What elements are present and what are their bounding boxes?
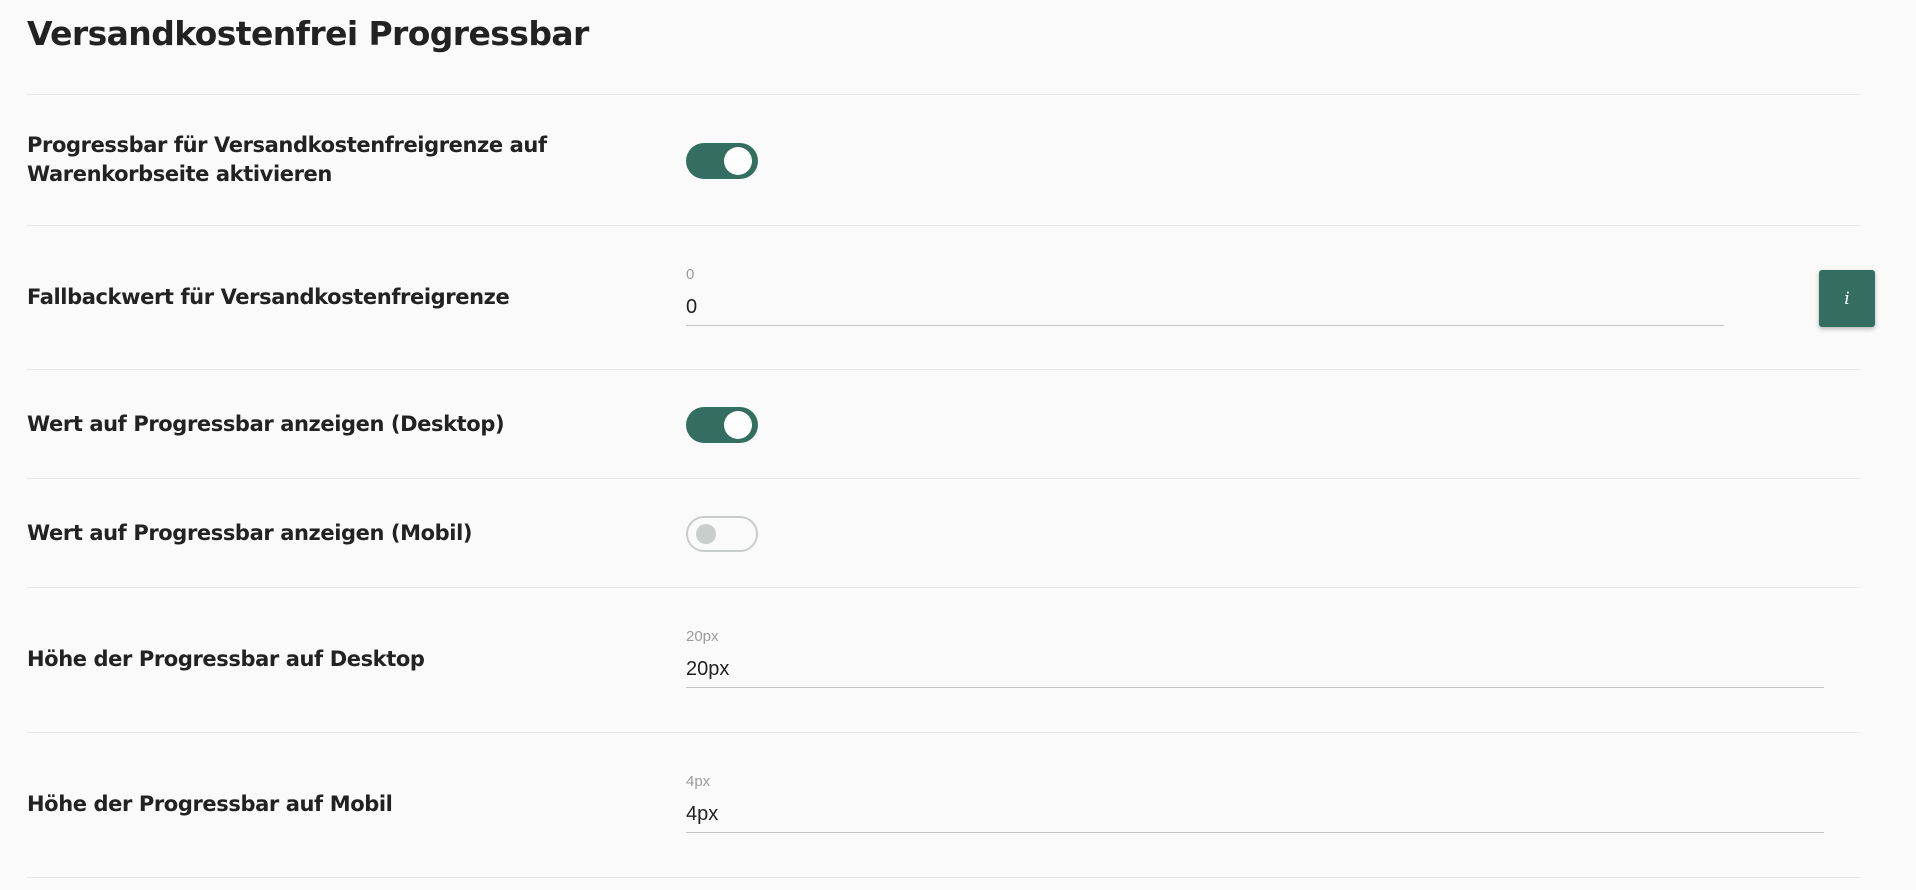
divider [27, 478, 1860, 479]
divider [27, 225, 1860, 226]
height-desktop-field-label: 20px [686, 628, 719, 645]
enable-cart-progressbar-label-line2: Warenkorbseite aktivieren [27, 162, 332, 186]
enable-cart-progressbar-label: Progressbar für Versandkostenfreigrenze … [27, 131, 587, 189]
show-value-mobile-label: Wert auf Progressbar anzeigen (Mobil) [27, 521, 473, 545]
height-mobile-field-label: 4px [686, 773, 711, 790]
toggle-knob [724, 147, 752, 175]
divider [27, 369, 1860, 370]
divider [27, 94, 1860, 95]
enable-cart-progressbar-label-line1: Progressbar für Versandkostenfreigrenze … [27, 133, 547, 157]
fallback-threshold-input[interactable] [686, 290, 1724, 326]
height-desktop-input[interactable] [686, 652, 1824, 688]
settings-page: Versandkostenfrei Progressbar Progressba… [0, 0, 1916, 890]
height-mobile-input[interactable] [686, 797, 1824, 833]
height-mobile-label: Höhe der Progressbar auf Mobil [27, 792, 393, 816]
toggle-knob [696, 524, 716, 544]
show-value-desktop-toggle[interactable] [686, 407, 758, 443]
enable-cart-progressbar-toggle[interactable] [686, 143, 758, 179]
fallback-threshold-label: Fallbackwert für Versandkostenfreigrenze [27, 285, 510, 309]
height-mobile-field: 4px [686, 773, 1824, 841]
page-title: Versandkostenfrei Progressbar [27, 14, 589, 53]
divider [27, 732, 1860, 733]
divider [27, 877, 1860, 878]
fallback-threshold-field-label: 0 [686, 266, 695, 283]
info-icon: i [1844, 288, 1850, 309]
height-desktop-field: 20px [686, 628, 1824, 696]
info-button[interactable]: i [1819, 270, 1875, 327]
divider [27, 587, 1860, 588]
height-desktop-label: Höhe der Progressbar auf Desktop [27, 647, 425, 671]
toggle-knob [724, 411, 752, 439]
fallback-threshold-field: 0 [686, 266, 1724, 334]
show-value-mobile-toggle[interactable] [686, 516, 758, 552]
show-value-desktop-label: Wert auf Progressbar anzeigen (Desktop) [27, 412, 505, 436]
